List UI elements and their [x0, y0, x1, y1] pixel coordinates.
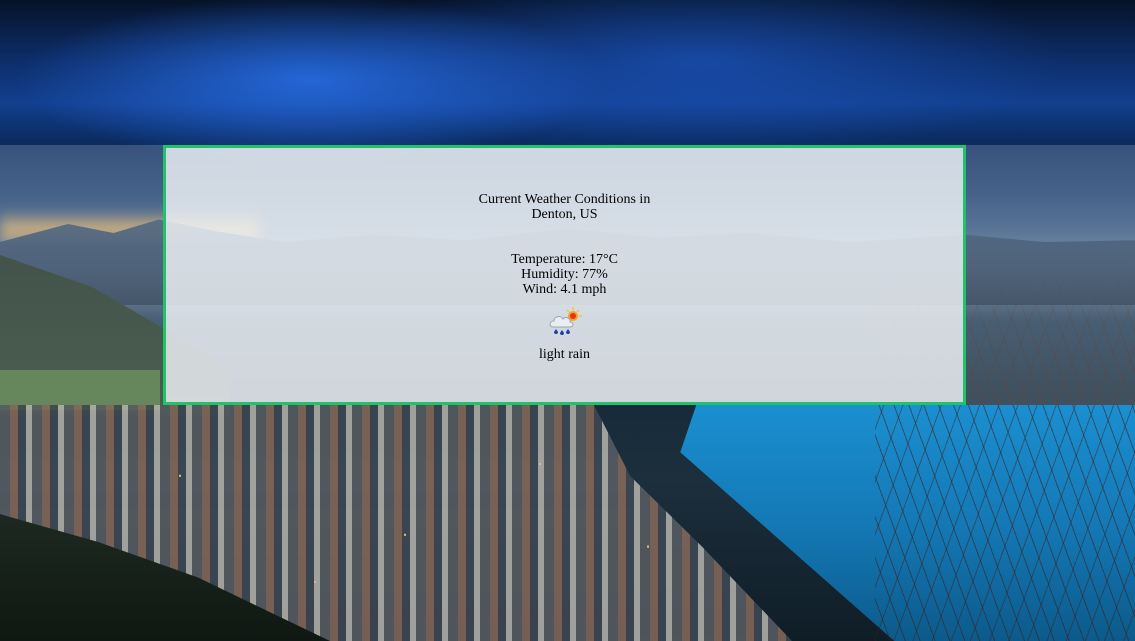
- location-name: Denton, US: [531, 207, 598, 222]
- weather-stats: Temperature: 17°C Humidity: 77% Wind: 4.…: [166, 252, 963, 297]
- wind-text: Wind: 4.1 mph: [522, 282, 607, 297]
- light-rain-icon: [547, 307, 583, 337]
- heading-title: Current Weather Conditions in: [478, 192, 651, 207]
- weather-description: light rain: [539, 347, 590, 362]
- weather-heading: Current Weather Conditions in Denton, US: [166, 192, 963, 222]
- weather-panel: Current Weather Conditions in Denton, US…: [163, 145, 966, 405]
- humidity-text: Humidity: 77%: [521, 267, 608, 282]
- temperature-text: Temperature: 17°C: [511, 252, 618, 267]
